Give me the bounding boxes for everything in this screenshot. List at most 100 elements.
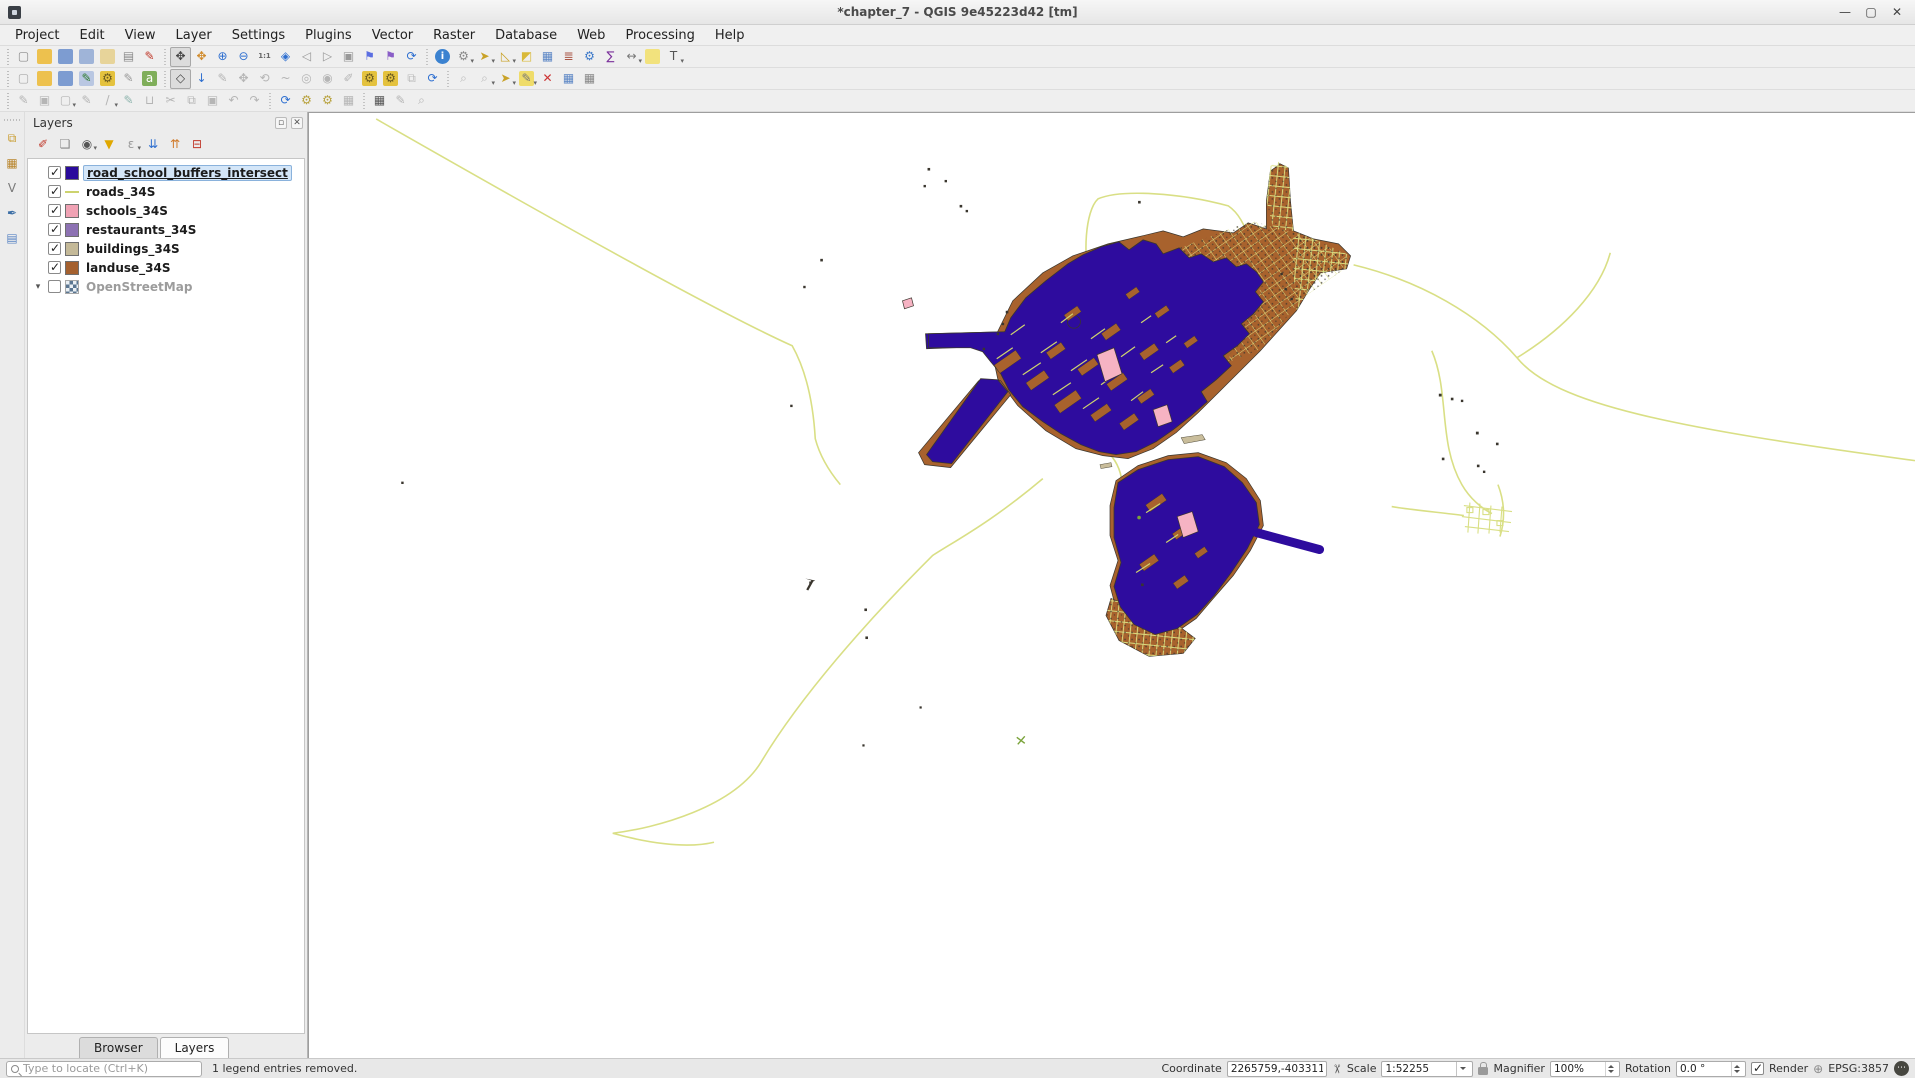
close-icon[interactable]: ✕: [1889, 4, 1905, 20]
run-feature-action-icon[interactable]: ⚙: [453, 47, 474, 67]
log-messages-icon[interactable]: [1894, 1061, 1909, 1076]
open-layer-styling-icon[interactable]: ✐: [33, 134, 53, 154]
locator-search[interactable]: [6, 1061, 202, 1077]
identify-features-icon[interactable]: i: [432, 47, 453, 67]
layer-item-openstreetmap[interactable]: ▾ OpenStreetMap: [28, 277, 304, 296]
layer-item-road-school-buffers-intersect[interactable]: road_school_buffers_intersect: [28, 163, 304, 182]
add-raster-layer-icon[interactable]: ▦: [2, 153, 23, 173]
save-project-icon[interactable]: [55, 47, 76, 67]
add-vector-layer-icon[interactable]: ⧉: [2, 128, 23, 148]
text-annotation-icon[interactable]: T: [663, 47, 684, 67]
new-bookmark-icon[interactable]: ⚑: [359, 47, 380, 67]
toolbar-grip[interactable]: [4, 49, 11, 65]
extents-toggle-icon[interactable]: ✂: [1330, 1063, 1344, 1073]
expander-icon[interactable]: ▾: [32, 282, 44, 292]
zoom-out-icon[interactable]: ⊖: [233, 47, 254, 67]
show-layout-manager-icon[interactable]: ▤: [118, 47, 139, 67]
add-feature-icon[interactable]: ↓: [191, 69, 212, 89]
layer-label[interactable]: buildings_34S: [83, 242, 183, 256]
toolbar-grip[interactable]: [4, 71, 11, 87]
layer-label[interactable]: OpenStreetMap: [83, 280, 195, 294]
avoid-overlap-icon[interactable]: ⚙: [317, 91, 338, 111]
processing-toolbox-icon[interactable]: ⚙: [579, 47, 600, 67]
layer-item-landuse-34s[interactable]: landuse_34S: [28, 258, 304, 277]
panel-float-icon[interactable]: ▫: [275, 117, 287, 129]
render-checkbox[interactable]: [1751, 1062, 1764, 1075]
measure-line-icon[interactable]: ↔: [621, 47, 642, 67]
current-edits-icon[interactable]: ▢: [13, 69, 34, 89]
coordinate-box[interactable]: [1227, 1061, 1327, 1077]
all-edits-icon[interactable]: [34, 69, 55, 89]
layer-item-roads-34s[interactable]: roads_34S: [28, 182, 304, 201]
new-geopackage-layer-icon[interactable]: ✒: [2, 203, 23, 223]
label-pin-icon[interactable]: ⚙: [359, 69, 380, 89]
layer-label[interactable]: road_school_buffers_intersect: [83, 165, 292, 181]
layer-visibility-checkbox[interactable]: [48, 185, 61, 198]
minimize-icon[interactable]: —: [1837, 4, 1853, 20]
crs-indicator[interactable]: EPSG:3857: [1828, 1062, 1889, 1075]
menu-view[interactable]: View: [116, 26, 165, 45]
style-manager-icon[interactable]: ✎: [139, 47, 160, 67]
menu-processing[interactable]: Processing: [616, 26, 703, 45]
coordinate-input[interactable]: [1231, 1063, 1323, 1075]
maximize-icon[interactable]: ▢: [1863, 4, 1879, 20]
remove-layer-icon[interactable]: ⊟: [187, 134, 207, 154]
field-calculator-icon[interactable]: ≣: [558, 47, 579, 67]
tracing-icon[interactable]: ⚙: [296, 91, 317, 111]
open-project-icon[interactable]: [34, 47, 55, 67]
collapse-all-icon[interactable]: ⇈: [165, 134, 185, 154]
zoom-full-icon[interactable]: ◈: [275, 47, 296, 67]
layer-visibility-checkbox[interactable]: [48, 204, 61, 217]
tab-browser[interactable]: Browser: [79, 1037, 158, 1058]
reload-layer-icon[interactable]: ⟳: [422, 69, 443, 89]
statistical-summary-icon[interactable]: ∑: [600, 47, 621, 67]
select-tool-icon[interactable]: ➤: [495, 69, 516, 89]
add-group-icon[interactable]: ❏: [55, 134, 75, 154]
attribute-table-2-icon[interactable]: ▦: [558, 69, 579, 89]
field-calculator-2-icon[interactable]: ▦: [579, 69, 600, 89]
select-by-expression-icon[interactable]: ◩: [516, 47, 537, 67]
pan-map-icon[interactable]: ✥: [170, 47, 191, 67]
label-move-icon[interactable]: ⚙: [380, 69, 401, 89]
zoom-in-icon[interactable]: ⊕: [212, 47, 233, 67]
menu-plugins[interactable]: Plugins: [296, 26, 361, 45]
new-project-icon[interactable]: ▢: [13, 47, 34, 67]
open-attribute-table-icon[interactable]: ▦: [537, 47, 558, 67]
toolbar-grip[interactable]: [4, 116, 20, 123]
globe-icon[interactable]: ⊕: [1813, 1062, 1823, 1076]
map-canvas[interactable]: [308, 112, 1915, 1058]
zoom-to-layer-icon[interactable]: ▣: [338, 47, 359, 67]
save-project-as-icon[interactable]: [76, 47, 97, 67]
map-tips-icon[interactable]: [642, 47, 663, 67]
rotation-spinbox[interactable]: 0.0 °: [1676, 1061, 1746, 1077]
layer-tree[interactable]: road_school_buffers_intersect roads_34Ssc…: [27, 158, 305, 1034]
layer-visibility-checkbox[interactable]: [48, 242, 61, 255]
filter-legend-icon[interactable]: ▼: [99, 134, 119, 154]
layer-notes-icon[interactable]: ✎: [118, 69, 139, 89]
menu-vector[interactable]: Vector: [363, 26, 422, 45]
capture-polygon-icon[interactable]: ◇: [170, 69, 191, 89]
menu-project[interactable]: Project: [6, 26, 68, 45]
expand-all-icon[interactable]: ⇊: [143, 134, 163, 154]
filter-by-expression-icon[interactable]: ε: [121, 134, 141, 154]
layer-label[interactable]: schools_34S: [83, 204, 171, 218]
menu-settings[interactable]: Settings: [223, 26, 294, 45]
snapping-options-icon[interactable]: ⟳: [275, 91, 296, 111]
auto-labeling-icon[interactable]: a: [139, 69, 160, 89]
layout-add-map-icon[interactable]: ▦: [369, 91, 390, 111]
labeling-options-icon[interactable]: ⚙: [97, 69, 118, 89]
menu-layer[interactable]: Layer: [167, 26, 221, 45]
add-database-layer-icon[interactable]: ▤: [2, 228, 23, 248]
layer-item-schools-34s[interactable]: schools_34S: [28, 201, 304, 220]
menu-edit[interactable]: Edit: [70, 26, 113, 45]
layer-visibility-checkbox[interactable]: [48, 166, 61, 179]
layer-label[interactable]: roads_34S: [83, 185, 158, 199]
refresh-map-icon[interactable]: ⟳: [401, 47, 422, 67]
form-annotation-icon[interactable]: ✎: [516, 69, 537, 89]
zoom-native-icon[interactable]: 1:1: [254, 47, 275, 67]
title-bar[interactable]: *chapter_7 - QGIS 9e45223d42 [tm] —▢✕: [0, 0, 1915, 25]
new-print-layout-icon[interactable]: [97, 47, 118, 67]
zoom-last-icon[interactable]: ◁: [296, 47, 317, 67]
layer-visibility-checkbox[interactable]: [48, 280, 61, 293]
lock-icon[interactable]: [1478, 1067, 1488, 1075]
